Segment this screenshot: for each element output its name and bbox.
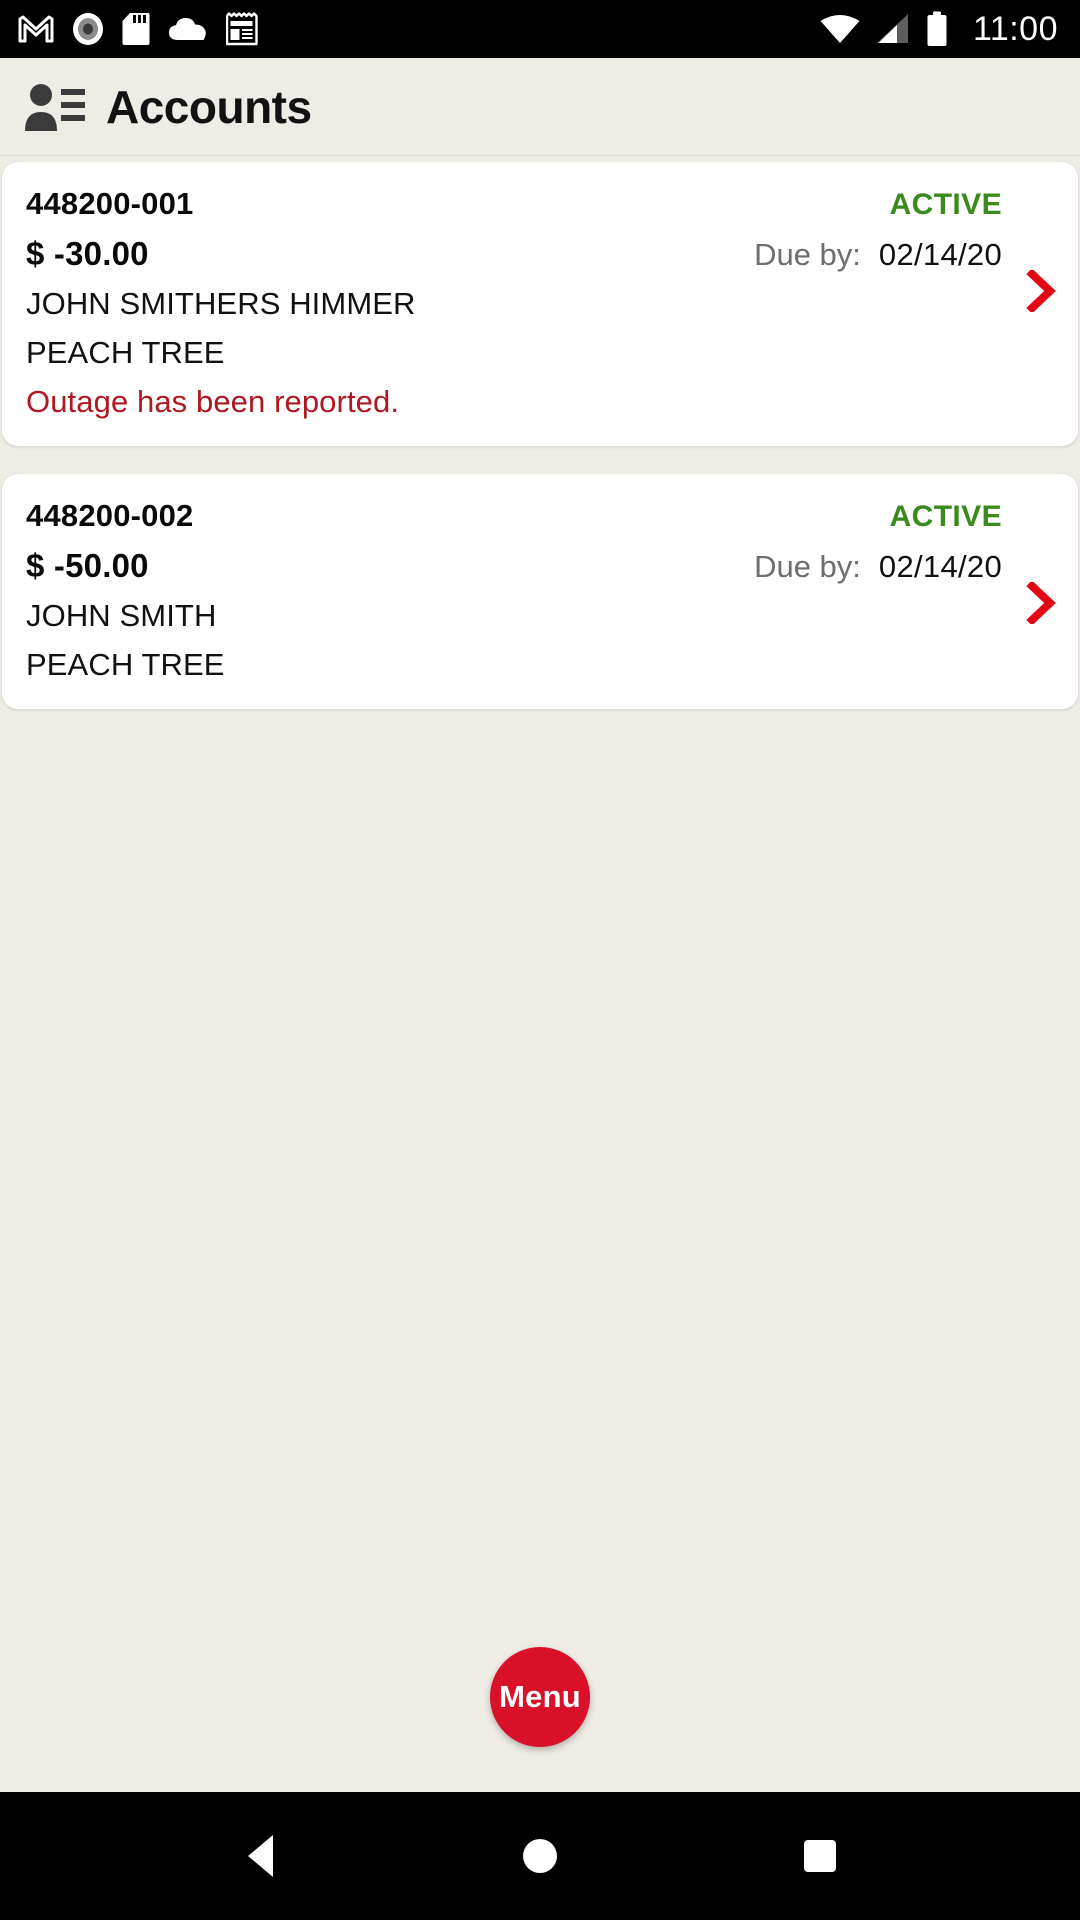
due-by-date: 02/14/20 [878, 237, 1002, 272]
battery-icon [927, 11, 947, 46]
home-circle-icon [523, 1839, 557, 1873]
account-card[interactable]: 448200-002 ACTIVE $ -50.00 Due by: 02/14… [2, 474, 1078, 709]
chevron-right-icon[interactable] [1026, 270, 1056, 312]
account-balance: $ -30.00 [26, 235, 149, 272]
status-bar-notification-icons [18, 12, 258, 46]
app-header: Accounts [0, 58, 1080, 156]
chevron-right-icon[interactable] [1026, 582, 1056, 624]
account-number: 448200-001 [26, 186, 194, 221]
service-address: PEACH TREE [26, 335, 225, 370]
due-by-label: Due by: [754, 549, 861, 584]
cellular-signal-icon [876, 14, 908, 43]
due-date-group: Due by: 02/14/20 [754, 237, 1002, 273]
service-address: PEACH TREE [26, 647, 225, 682]
due-date-group: Due by: 02/14/20 [754, 549, 1002, 585]
menu-button-label: Menu [499, 1679, 581, 1714]
fab-container: Menu [0, 1602, 1080, 1792]
page-title: Accounts [106, 80, 312, 133]
back-triangle-icon [247, 1835, 273, 1877]
home-button[interactable] [500, 1816, 580, 1896]
back-button[interactable] [220, 1816, 300, 1896]
customer-name: JOHN SMITHERS HIMMER [26, 286, 416, 321]
wifi-icon [820, 15, 860, 43]
sd-card-icon [122, 13, 150, 45]
status-bar-system-icons: 11:00 [819, 10, 1058, 49]
android-nav-bar [0, 1792, 1080, 1920]
account-card[interactable]: 448200-001 ACTIVE $ -30.00 Due by: 02/14… [2, 162, 1078, 446]
account-balance: $ -50.00 [26, 547, 149, 584]
account-number: 448200-002 [26, 498, 194, 533]
status-badge: ACTIVE [889, 188, 1002, 221]
customer-name: JOHN SMITH [26, 598, 217, 633]
recents-square-icon [804, 1840, 836, 1872]
recents-button[interactable] [780, 1816, 860, 1896]
record-icon [73, 13, 103, 45]
due-by-date: 02/14/20 [878, 549, 1002, 584]
news-icon [226, 12, 258, 46]
outage-alert: Outage has been reported. [26, 384, 400, 419]
account-list: 448200-001 ACTIVE $ -30.00 Due by: 02/14… [0, 156, 1080, 1602]
phone-screen: 11:00 Accounts 448200-001 ACTIVE $ -30.0… [0, 0, 1080, 1920]
cloud-icon [169, 18, 206, 40]
menu-button[interactable]: Menu [490, 1647, 590, 1747]
status-badge: ACTIVE [889, 500, 1002, 533]
accounts-icon [25, 83, 85, 131]
status-bar-clock: 11:00 [972, 9, 1058, 48]
due-by-label: Due by: [754, 237, 861, 272]
status-bar: 11:00 [0, 0, 1080, 58]
gmail-icon [18, 15, 54, 43]
